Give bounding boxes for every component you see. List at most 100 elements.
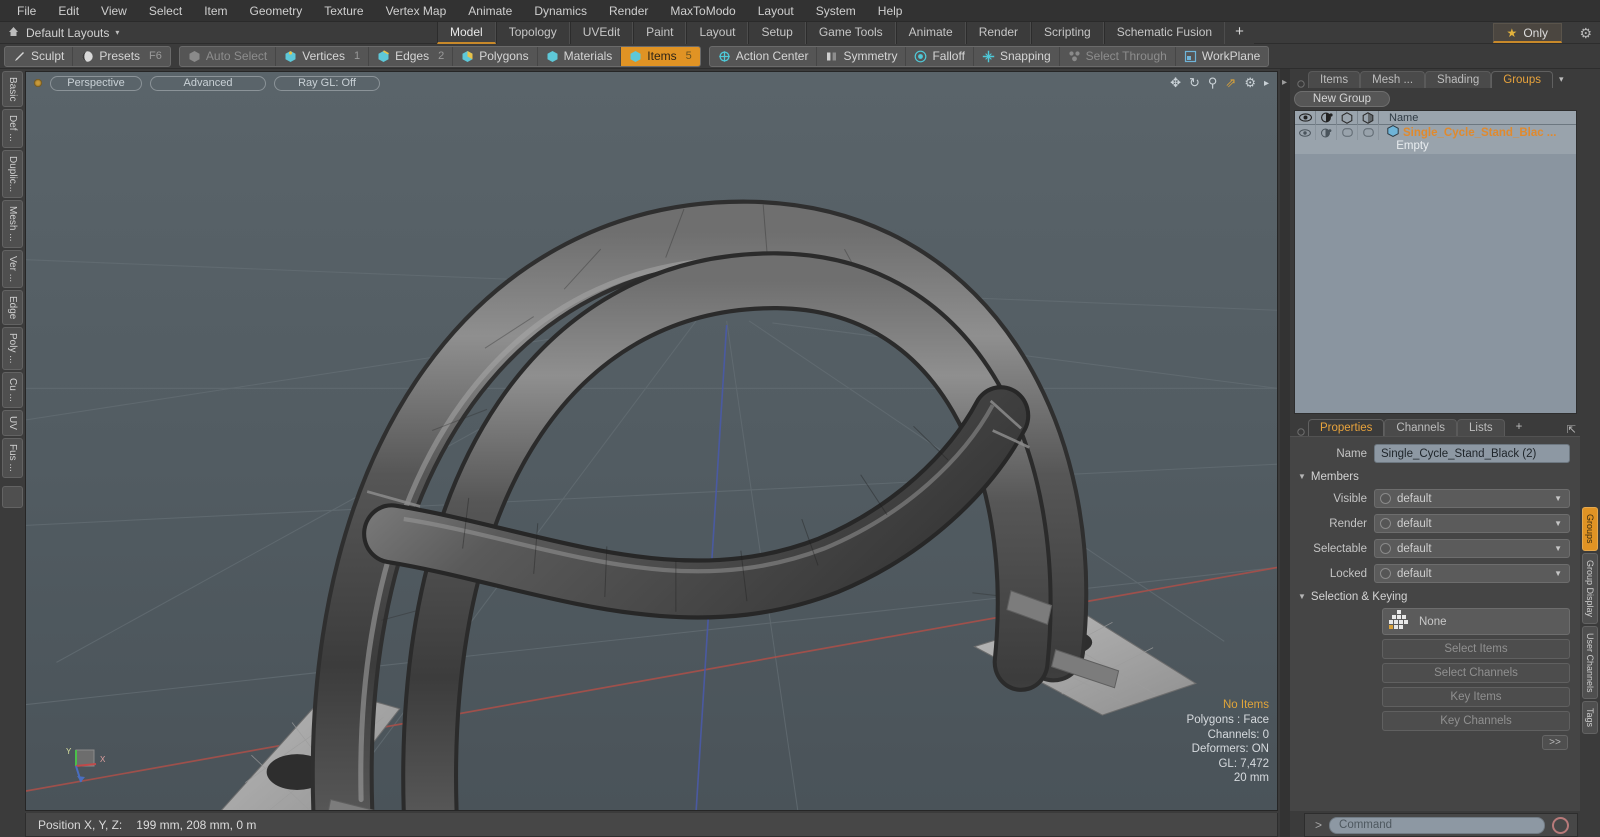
gear-icon[interactable]: ⚙ bbox=[1579, 25, 1592, 42]
menu-item-file[interactable]: File bbox=[6, 0, 47, 22]
tab-properties[interactable]: Properties bbox=[1308, 419, 1385, 436]
menu-item-edit[interactable]: Edit bbox=[47, 0, 90, 22]
gear-icon[interactable]: ⚙ bbox=[1244, 75, 1256, 91]
more-options-button[interactable]: >> bbox=[1542, 735, 1568, 750]
rotate-icon[interactable]: ↻ bbox=[1189, 75, 1200, 91]
vtab-user-channels[interactable]: User Channels bbox=[1582, 625, 1598, 700]
row-render-icon[interactable] bbox=[1316, 125, 1337, 140]
menu-item-texture[interactable]: Texture bbox=[313, 0, 374, 22]
visible-toggle-circle[interactable] bbox=[1380, 493, 1391, 504]
list-item[interactable]: Single_Cycle_Stand_Blac ... bbox=[1379, 125, 1556, 140]
members-section-header[interactable]: ▼ Members bbox=[1290, 468, 1580, 485]
props-dot-icon[interactable] bbox=[1294, 428, 1308, 436]
left-tab-fusion[interactable]: Fus ... bbox=[2, 437, 23, 478]
panel-dot-icon[interactable] bbox=[1294, 80, 1308, 88]
toolbar-presets-button[interactable]: Presets F6 bbox=[73, 47, 170, 66]
groups-list[interactable]: Name Single_Cycle_Stand_Blac ... Empty bbox=[1294, 110, 1577, 414]
toolbar-items-button[interactable]: Items 5 bbox=[621, 46, 700, 66]
menu-item-select[interactable]: Select bbox=[138, 0, 193, 22]
toolbar-vertices-button[interactable]: Vertices 1 bbox=[276, 46, 370, 66]
row-shade-toggle[interactable] bbox=[1358, 125, 1379, 140]
selection-set-dropdown[interactable]: None bbox=[1382, 608, 1570, 635]
menu-item-vertex-map[interactable]: Vertex Map bbox=[375, 0, 458, 22]
left-tab-polygon[interactable]: Poly ... bbox=[2, 327, 23, 370]
tab-lists[interactable]: Lists bbox=[1457, 419, 1505, 436]
menu-item-help[interactable]: Help bbox=[867, 0, 914, 22]
move-icon[interactable]: ✥ bbox=[1170, 75, 1181, 91]
eye-icon[interactable] bbox=[1295, 111, 1316, 125]
table-row[interactable]: Single_Cycle_Stand_Blac ... bbox=[1295, 125, 1576, 140]
toolbar-symmetry-button[interactable]: Symmetry bbox=[817, 46, 907, 66]
left-tab-vertex[interactable]: Ver ... bbox=[2, 249, 23, 288]
selectable-dropdown[interactable]: default ▼ bbox=[1374, 539, 1570, 558]
panel-resize-handle[interactable]: ▸ bbox=[1280, 69, 1290, 837]
toolbar-select-through-button[interactable]: Select Through bbox=[1060, 46, 1176, 66]
right-tab-groups[interactable]: Groups bbox=[1491, 71, 1553, 88]
left-tab-edge[interactable]: Edge bbox=[2, 289, 23, 326]
tab-setup[interactable]: Setup bbox=[748, 21, 806, 44]
home-icon[interactable] bbox=[0, 25, 26, 41]
viewport-3d[interactable]: Perspective Advanced Ray GL: Off ✥ ↻ ⚲ ⇗… bbox=[25, 71, 1278, 811]
tab-scripting[interactable]: Scripting bbox=[1031, 21, 1104, 44]
key-channels-button[interactable]: Key Channels bbox=[1382, 711, 1570, 731]
left-tab-mesh[interactable]: Mesh ... bbox=[2, 200, 23, 248]
wire-icon[interactable] bbox=[1337, 111, 1358, 125]
vtab-groups[interactable]: Groups bbox=[1582, 507, 1598, 551]
menu-item-layout[interactable]: Layout bbox=[747, 0, 805, 22]
toolbar-polygons-button[interactable]: Polygons bbox=[453, 46, 538, 66]
shade-icon[interactable] bbox=[1358, 111, 1379, 125]
viewport-shading-pill[interactable]: Advanced bbox=[150, 75, 266, 91]
locked-dropdown[interactable]: default ▼ bbox=[1374, 564, 1570, 583]
toolbar-falloff-button[interactable]: Falloff bbox=[906, 46, 974, 66]
key-items-button[interactable]: Key Items bbox=[1382, 687, 1570, 707]
record-icon[interactable] bbox=[1552, 816, 1569, 834]
menu-item-render[interactable]: Render bbox=[598, 0, 659, 22]
new-group-button[interactable]: New Group bbox=[1294, 91, 1390, 107]
toolbar-workplane-button[interactable]: WorkPlane bbox=[1176, 47, 1268, 66]
right-tab-mesh[interactable]: Mesh ... bbox=[1360, 71, 1426, 88]
render-dropdown[interactable]: default ▼ bbox=[1374, 514, 1570, 533]
add-tab-button[interactable]: + bbox=[1225, 21, 1254, 44]
axis-gizmo[interactable]: Y X bbox=[64, 742, 110, 788]
command-input[interactable]: Command bbox=[1329, 816, 1545, 834]
viewport-raygl-pill[interactable]: Ray GL: Off bbox=[274, 75, 380, 91]
menu-item-system[interactable]: System bbox=[805, 0, 867, 22]
only-toggle-button[interactable]: ★ Only bbox=[1492, 23, 1562, 43]
row-eye-icon[interactable] bbox=[1295, 125, 1316, 140]
groups-list-empty-area[interactable] bbox=[1295, 154, 1576, 413]
render-toggle-circle[interactable] bbox=[1380, 518, 1391, 529]
layout-preset-label[interactable]: Default Layouts bbox=[26, 26, 113, 40]
tab-layout[interactable]: Layout bbox=[686, 21, 749, 44]
tab-animate[interactable]: Animate bbox=[895, 21, 966, 44]
menu-item-item[interactable]: Item bbox=[193, 0, 238, 22]
viewport-dot-icon[interactable] bbox=[34, 79, 42, 87]
tab-game-tools[interactable]: Game Tools bbox=[805, 21, 896, 44]
tab-model[interactable]: Model bbox=[437, 21, 496, 44]
menu-item-geometry[interactable]: Geometry bbox=[239, 0, 314, 22]
menu-item-maxtomodo[interactable]: MaxToModo bbox=[659, 0, 746, 22]
row-wire-toggle[interactable] bbox=[1337, 125, 1358, 140]
left-tab-basic[interactable]: Basic bbox=[2, 71, 23, 108]
toolbar-edges-button[interactable]: Edges 2 bbox=[369, 46, 454, 66]
select-items-button[interactable]: Select Items bbox=[1382, 639, 1570, 659]
toolbar-auto-select-button[interactable]: Auto Select bbox=[180, 46, 277, 66]
chevron-right-icon[interactable]: ▸ bbox=[1264, 78, 1269, 89]
right-tab-items[interactable]: Items bbox=[1308, 71, 1361, 88]
fit-icon[interactable]: ⇗ bbox=[1225, 75, 1236, 91]
toolbar-snapping-button[interactable]: Snapping bbox=[974, 46, 1060, 66]
left-tab-uv[interactable]: UV bbox=[2, 409, 23, 436]
zoom-icon[interactable]: ⚲ bbox=[1208, 75, 1218, 91]
menu-item-animate[interactable]: Animate bbox=[457, 0, 523, 22]
tab-channels[interactable]: Channels bbox=[1384, 419, 1458, 436]
locked-toggle-circle[interactable] bbox=[1380, 568, 1391, 579]
expand-icon[interactable]: ⇱ bbox=[1567, 423, 1576, 436]
tab-schematic-fusion[interactable]: Schematic Fusion bbox=[1103, 21, 1226, 44]
selection-keying-section-header[interactable]: ▼ Selection & Keying bbox=[1290, 588, 1580, 605]
menu-item-dynamics[interactable]: Dynamics bbox=[523, 0, 598, 22]
render-icon[interactable] bbox=[1316, 111, 1337, 125]
tab-render[interactable]: Render bbox=[965, 21, 1032, 44]
tab-paint[interactable]: Paint bbox=[633, 21, 687, 44]
vtab-group-display[interactable]: Group Display bbox=[1582, 552, 1598, 624]
selectable-toggle-circle[interactable] bbox=[1380, 543, 1391, 554]
toolbar-materials-button[interactable]: Materials bbox=[538, 46, 622, 66]
